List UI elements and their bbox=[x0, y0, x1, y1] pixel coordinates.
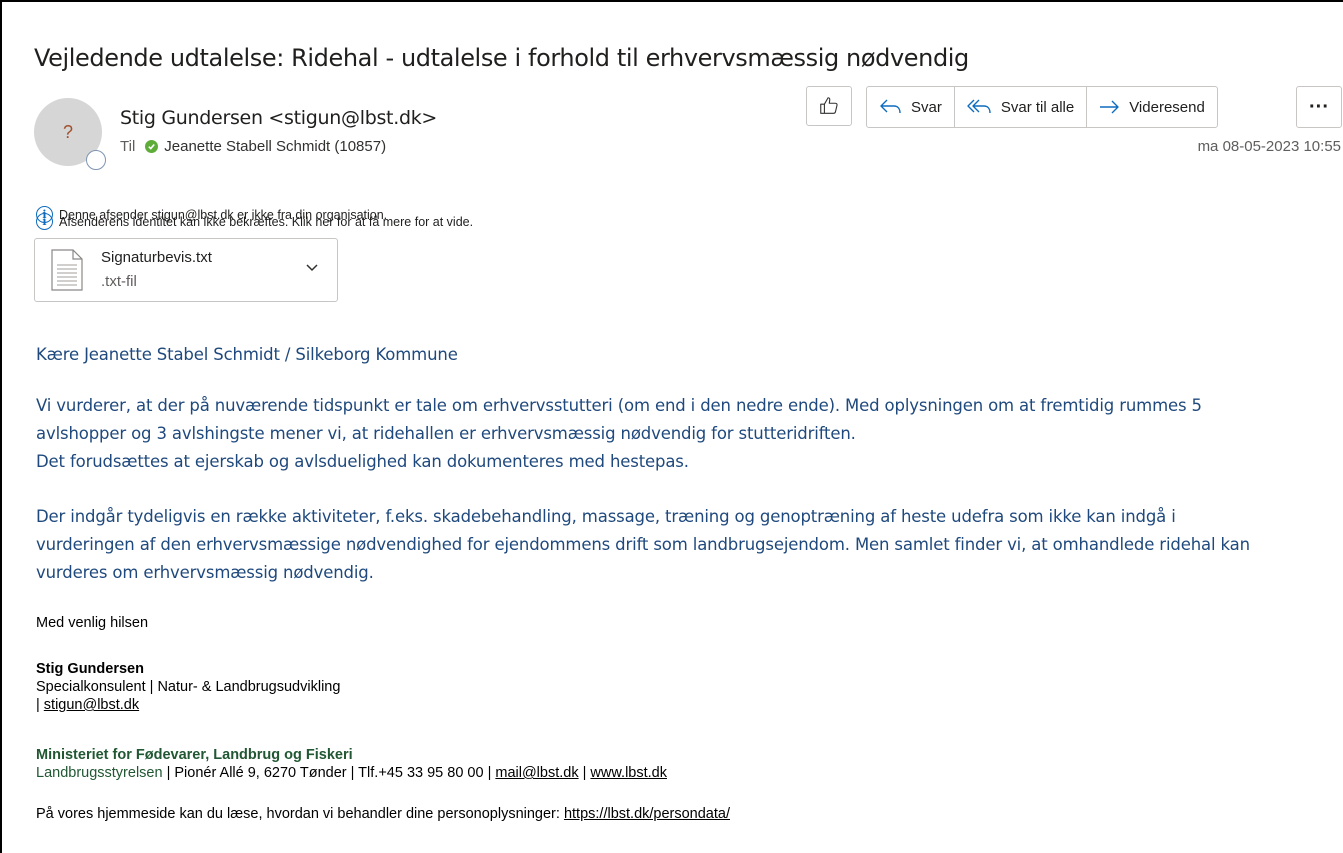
more-actions-button[interactable]: ··· bbox=[1296, 86, 1342, 128]
sender-name[interactable]: Stig Gundersen <stigun@lbst.dk> bbox=[120, 107, 437, 129]
body-line: vurderingen af den erhvervsmæssige nødve… bbox=[36, 535, 1250, 554]
signature-name: Stig Gundersen bbox=[36, 661, 144, 677]
agency-line: Landbrugsstyrelsen | Pionér Allé 9, 6270… bbox=[36, 764, 667, 782]
website-link[interactable]: www.lbst.dk bbox=[590, 765, 667, 781]
closing: Med venlig hilsen bbox=[36, 615, 149, 631]
signature-email-line: | stigun@lbst.dk bbox=[36, 696, 340, 714]
link-separator: | bbox=[578, 765, 591, 781]
received-date: ma 08-05-2023 10:55 bbox=[1197, 138, 1341, 155]
reply-icon bbox=[880, 99, 901, 114]
privacy-line: På vores hjemmeside kan du læse, hvordan… bbox=[36, 806, 730, 822]
info-icon: i bbox=[36, 213, 53, 230]
to-label: Til bbox=[120, 138, 136, 155]
forward-label: Videresend bbox=[1129, 98, 1205, 116]
signature-title: Specialkonsulent | Natur- & Landbrugsudv… bbox=[36, 679, 341, 695]
signature-block: Stig Gundersen Specialkonsulent | Natur-… bbox=[36, 660, 340, 714]
reply-label: Svar bbox=[911, 98, 942, 116]
more-icon: ··· bbox=[1309, 95, 1329, 118]
body-paragraph-1: Vi vurderer, at der på nuværende tidspun… bbox=[36, 392, 1336, 476]
ministry-block: Ministeriet for Fødevarer, Landbrug og F… bbox=[36, 746, 667, 782]
body-line: Det forudsættes at ejerskab og avlsdueli… bbox=[36, 452, 689, 471]
check-circle-icon bbox=[145, 140, 159, 153]
recipient-name[interactable]: Jeanette Stabell Schmidt (10857) bbox=[164, 138, 386, 155]
avatar-initial: ? bbox=[62, 121, 73, 142]
email-reading-pane: Vejledende udtalelse: Ridehal - udtalels… bbox=[0, 0, 1343, 853]
body-line: vurderes om erhvervsmæssig nødvendig. bbox=[36, 563, 374, 582]
attachment-card[interactable]: Signaturbevis.txt .txt-fil bbox=[34, 238, 338, 302]
signature-email-link[interactable]: stigun@lbst.dk bbox=[44, 697, 139, 713]
attachment-type: .txt-fil bbox=[101, 273, 137, 290]
identity-notice-text: Afsenderens identitet kan ikke bekræftes… bbox=[59, 214, 474, 229]
signature-email-prefix: | bbox=[36, 697, 44, 713]
chevron-down-icon[interactable] bbox=[305, 263, 319, 273]
reply-button[interactable]: Svar bbox=[867, 87, 955, 127]
presence-status-icon bbox=[86, 150, 106, 170]
privacy-text: På vores hjemmeside kan du læse, hvordan… bbox=[36, 806, 564, 822]
reply-all-label: Svar til alle bbox=[1000, 98, 1075, 116]
body-line: Vi vurderer, at der på nuværende tidspun… bbox=[36, 396, 1202, 415]
agency-address: | Pionér Allé 9, 6270 Tønder | Tlf.+45 3… bbox=[162, 765, 496, 781]
greeting: Kære Jeanette Stabel Schmidt / Silkeborg… bbox=[36, 345, 458, 364]
reply-all-icon bbox=[967, 99, 991, 114]
forward-arrow-icon bbox=[1100, 100, 1119, 114]
agency-email-link[interactable]: mail@lbst.dk bbox=[495, 765, 578, 781]
body-line: Der indgår tydeligvis en række aktivitet… bbox=[36, 507, 1176, 526]
agency-name: Landbrugsstyrelsen bbox=[36, 765, 163, 781]
reply-toolbar: Svar Svar til alle Videresend bbox=[866, 86, 1218, 128]
text-file-icon bbox=[51, 249, 83, 291]
privacy-link[interactable]: https://lbst.dk/persondata/ bbox=[564, 806, 730, 822]
forward-button[interactable]: Videresend bbox=[1087, 87, 1217, 127]
thumbs-up-icon bbox=[820, 97, 838, 114]
like-button[interactable] bbox=[806, 86, 852, 126]
identity-notice-row[interactable]: i Afsenderens identitet kan ikke bekræft… bbox=[36, 213, 473, 230]
email-subject: Vejledende udtalelse: Ridehal - udtalels… bbox=[34, 44, 969, 72]
recipient-line: Til Jeanette Stabell Schmidt (10857) bbox=[120, 138, 386, 155]
ministry-name: Ministeriet for Fødevarer, Landbrug og F… bbox=[36, 747, 353, 763]
attachment-name: Signaturbevis.txt bbox=[101, 249, 212, 266]
body-line: avlshopper og 3 avlshingste mener vi, at… bbox=[36, 424, 856, 443]
body-paragraph-2: Der indgår tydeligvis en række aktivitet… bbox=[36, 503, 1343, 587]
reply-all-button[interactable]: Svar til alle bbox=[955, 87, 1088, 127]
